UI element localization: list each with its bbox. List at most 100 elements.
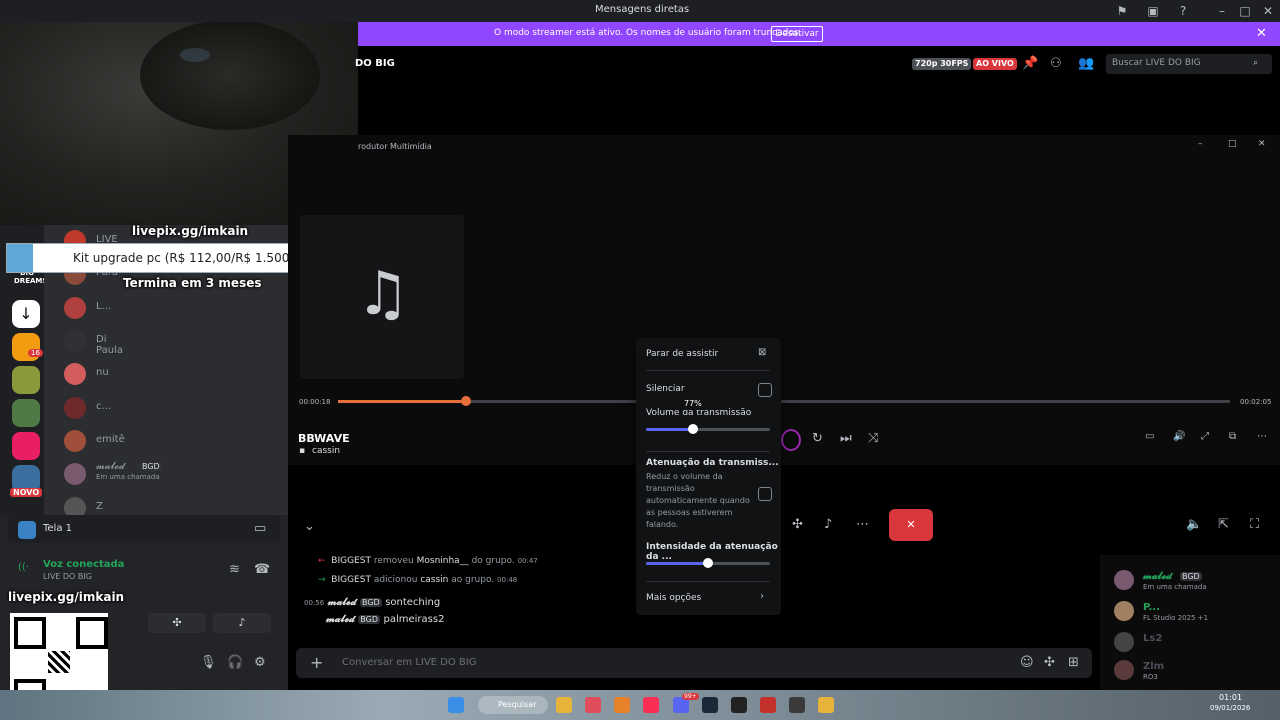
intensity-slider[interactable] (646, 558, 770, 568)
player-maximize-icon[interactable]: □ (1228, 139, 1237, 149)
app-icon-5[interactable] (789, 697, 805, 713)
activities-icon[interactable]: ✣ (792, 517, 803, 532)
system-event-remove: ← BIGGEST removeu Mosninha__ do grupo. 0… (318, 556, 538, 566)
disconnect-icon[interactable]: ☎ (254, 562, 270, 577)
members-icon[interactable]: 👥 (1078, 56, 1094, 71)
message-author[interactable]: 𝓶𝓪𝓵𝓮𝓭 (326, 614, 355, 625)
start-icon[interactable] (448, 697, 464, 713)
inbox-icon[interactable]: ⚑ (1114, 3, 1130, 19)
event-time: 00:47 (517, 557, 538, 565)
message-time: 00:56 (304, 599, 325, 607)
app-icon-1[interactable] (585, 697, 601, 713)
avatar (1114, 570, 1134, 590)
activity-button[interactable]: ✣ (148, 613, 206, 633)
fullscreen-icon[interactable]: ⤢ (1201, 431, 1209, 442)
help-icon[interactable]: ? (1175, 3, 1191, 19)
divider (646, 370, 770, 371)
noise-icon[interactable]: ≋ (229, 562, 240, 577)
player-minimize-icon[interactable]: – (1198, 139, 1203, 149)
taskbar-search[interactable]: Pesquisar (478, 696, 548, 714)
server-icon-3[interactable] (12, 399, 40, 427)
banner-close-icon[interactable]: ✕ (1256, 26, 1267, 41)
popout-icon[interactable]: ⇱ (1218, 517, 1229, 532)
seek-knob[interactable] (461, 396, 472, 406)
member-status: Em uma chamada (96, 473, 160, 481)
event-target: cassin (420, 575, 449, 585)
screen-share-card[interactable]: Tela 1 ▭ (8, 515, 280, 543)
add-member-icon[interactable]: ⚇ (1050, 56, 1062, 71)
intensity-knob[interactable] (703, 558, 713, 568)
attenuation-checkbox[interactable] (758, 487, 772, 501)
volume-slider[interactable] (646, 424, 770, 434)
member-item[interactable]: Ls2 (1114, 631, 1274, 655)
leave-call-button[interactable]: ✕ (889, 509, 933, 541)
settings-icon[interactable]: ⚙ (254, 655, 266, 670)
guild-tag: BGD (1180, 572, 1202, 581)
repeat-icon[interactable]: ↻ (812, 431, 823, 446)
more-options[interactable]: Mais opções (646, 593, 701, 603)
more-icon[interactable]: ⋯ (1257, 431, 1267, 442)
app-icon-2[interactable] (614, 697, 630, 713)
gift-icon[interactable]: ⊞ (1068, 655, 1079, 670)
collapse-chevron-icon[interactable]: ⌄ (304, 519, 315, 534)
streamer-mode-banner: O modo streamer está ativo. Os nomes de … (358, 22, 1280, 46)
disable-streamer-button[interactable]: Desativar (771, 26, 823, 42)
music-app-icon[interactable] (643, 697, 659, 713)
call-fullscreen-icon[interactable]: ⛶ (1250, 517, 1259, 532)
screen-label: Tela 1 (43, 523, 73, 534)
add-arrow-icon: → (318, 575, 326, 585)
steam-icon[interactable] (702, 697, 718, 713)
gif-icon[interactable]: ☺ (1020, 655, 1034, 670)
volume-tooltip: 77% (680, 397, 706, 410)
member-status: FL Studio 2025 +1 (1143, 614, 1209, 622)
miniplayer-icon[interactable]: ▭ (1145, 431, 1154, 442)
pin-icon[interactable]: 📌 (1022, 56, 1038, 71)
goal-ends-text: Termina em 3 meses (123, 276, 262, 290)
pip-icon[interactable]: ⧉ (1229, 431, 1236, 442)
shuffle-icon[interactable]: ⤨ (868, 431, 878, 446)
search-input[interactable]: Buscar LIVE DO BIG ⌕ (1106, 54, 1272, 74)
signal-icon: ((· (18, 562, 29, 573)
server-icon-2[interactable] (12, 366, 40, 394)
event-actor: BIGGEST (331, 556, 371, 566)
explorer-icon[interactable] (556, 697, 572, 713)
soundboard-button[interactable]: ♪ (213, 613, 271, 633)
volume-knob[interactable] (688, 424, 699, 434)
call-more-icon[interactable]: ⋯ (856, 517, 869, 532)
app-icon-3[interactable] (731, 697, 747, 713)
discord-badge: 99+ (682, 693, 699, 700)
seek-bar[interactable] (338, 396, 1230, 406)
download-icon[interactable]: ↓ (12, 300, 40, 328)
soundboard-icon[interactable]: ♪ (824, 517, 832, 532)
call-volume-icon[interactable]: 🔈 (1186, 517, 1202, 532)
stop-share-icon[interactable]: ▭ (254, 521, 266, 536)
member-item[interactable]: 𝓶𝓪𝓵𝓮𝓭 BGD Em uma chamada (1114, 569, 1274, 593)
attach-plus-icon[interactable]: + (310, 653, 323, 672)
screen-icon[interactable]: ▣ (1145, 3, 1161, 19)
apps-icon[interactable]: ✣ (1044, 655, 1055, 670)
member-item[interactable]: Zlm RO3 (1114, 659, 1274, 683)
message-author[interactable]: 𝓶𝓪𝓵𝓮𝓭 (328, 597, 357, 608)
maximize-icon[interactable]: □ (1237, 3, 1253, 19)
volume-icon[interactable]: 🔊 (1173, 431, 1185, 442)
app-icon-4[interactable] (760, 697, 776, 713)
close-icon[interactable]: ✕ (1260, 3, 1276, 19)
headset-icon[interactable]: 🎧 (227, 655, 243, 670)
play-pause-button[interactable] (781, 429, 801, 451)
player-close-icon[interactable]: ✕ (1258, 139, 1266, 149)
mic-icon[interactable]: 🎙 (200, 655, 217, 670)
member-status: Em uma chamada (1143, 583, 1207, 591)
next-icon[interactable]: ⏭ (840, 431, 852, 446)
event-suffix: ao grupo. (451, 575, 495, 585)
member-name: L... (96, 301, 112, 312)
stop-watching[interactable]: Parar de assistir (646, 349, 718, 359)
minimize-icon[interactable]: – (1214, 3, 1230, 19)
mute-checkbox[interactable] (758, 383, 772, 397)
server-icon-4[interactable] (12, 432, 40, 460)
stop-watching-icon[interactable]: ⊠ (758, 347, 766, 358)
music-note-icon: ♫ (356, 259, 410, 329)
event-suffix: do grupo. (471, 556, 515, 566)
app-icon-6[interactable] (818, 697, 834, 713)
member-item[interactable]: P... FL Studio 2025 +1 (1114, 600, 1274, 624)
message-composer[interactable]: + Conversar em LIVE DO BIG ☺ ✣ ⊞ (296, 648, 1092, 678)
